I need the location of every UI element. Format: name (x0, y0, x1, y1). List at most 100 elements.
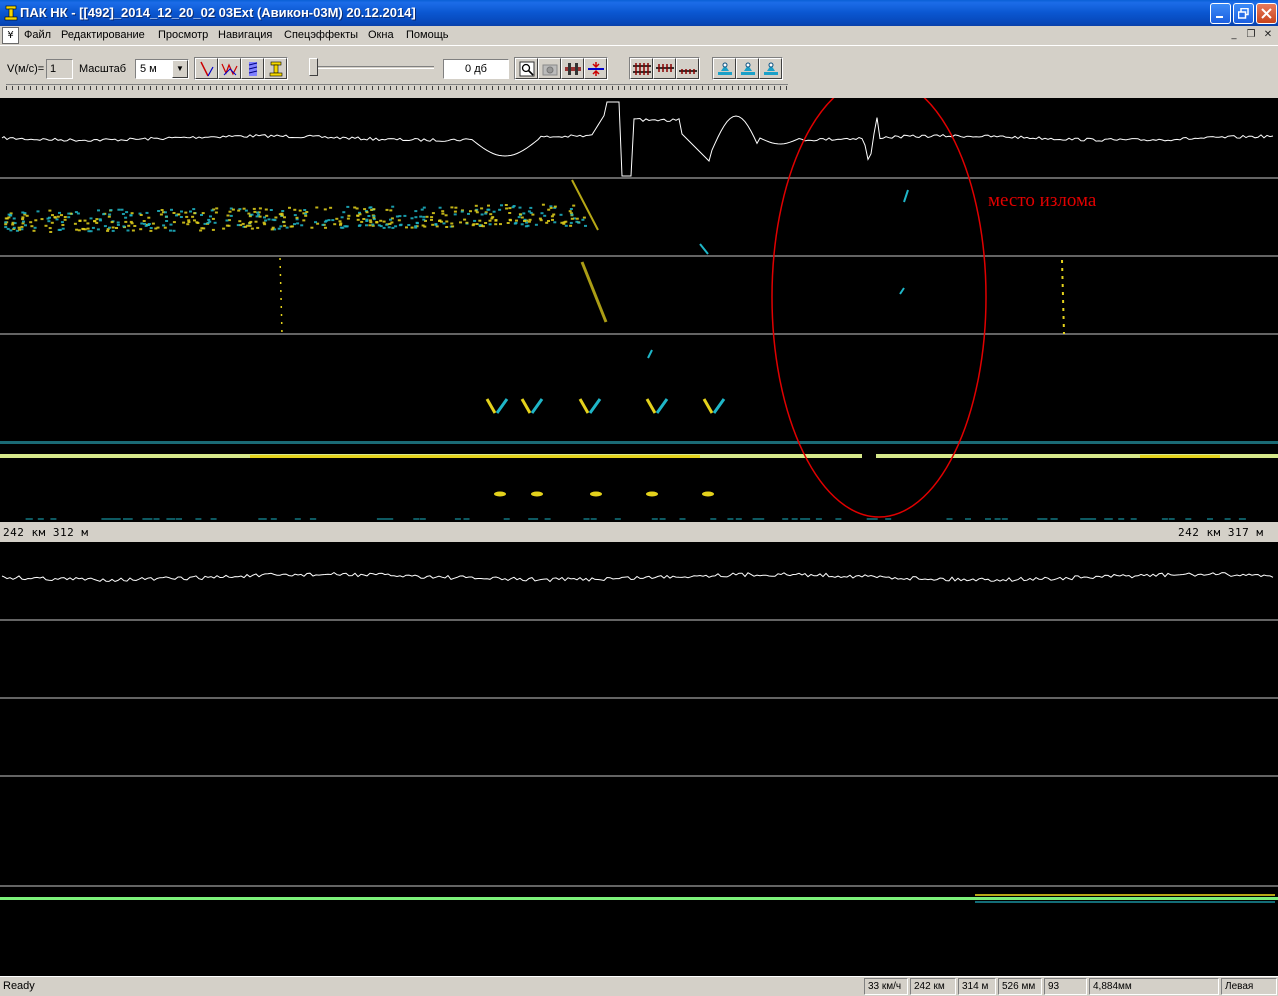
signal-dot (57, 228, 61, 231)
signal-dot (77, 229, 81, 232)
zoom-search-button[interactable] (515, 58, 538, 79)
signal-dot (340, 216, 344, 219)
signal-dot (73, 222, 77, 225)
menu-navigation[interactable]: Навигация (218, 29, 272, 41)
mdi-minimize-button[interactable]: _ (1226, 28, 1242, 42)
wave-view-button[interactable] (218, 58, 241, 79)
gain-field[interactable]: 0 дб (443, 59, 509, 79)
noise-dot (114, 518, 121, 520)
signal-dot (524, 225, 528, 228)
signal-dot (388, 222, 392, 225)
position-ruler[interactable] (6, 84, 788, 92)
signal-dot (335, 217, 339, 220)
restore-button[interactable] (1233, 3, 1254, 24)
bottom-echo-gap (862, 452, 876, 460)
signal-dot (517, 216, 521, 219)
signal-dot (238, 220, 242, 223)
chevron-down-icon[interactable]: ▼ (172, 60, 188, 78)
signal-dot (453, 213, 457, 216)
signal-dot (288, 206, 291, 209)
rail-profile-button[interactable] (264, 58, 287, 79)
menu-edit[interactable]: Редактирование (61, 29, 145, 41)
signal-dot (63, 218, 67, 221)
camera-button[interactable] (538, 58, 561, 79)
signal-dot (60, 221, 64, 224)
hatch-view-button[interactable] (241, 58, 264, 79)
signal-dot (520, 223, 524, 226)
noise-dot (835, 518, 842, 520)
signal-dot (397, 219, 401, 222)
mdi-close-button[interactable]: ✕ (1260, 28, 1276, 42)
signal-dot (569, 224, 573, 227)
signal-dot (339, 226, 343, 229)
menu-help[interactable]: Помощь (406, 29, 449, 41)
signal-dot (95, 221, 99, 224)
fracture-annotation: место излома (988, 190, 1097, 211)
noise-dot (758, 518, 765, 520)
signal-dot (478, 224, 482, 227)
signal-dot (481, 225, 485, 228)
upper-scan-panel[interactable] (0, 98, 1278, 522)
noise-dot (1050, 518, 1057, 520)
probe-left-button[interactable] (713, 58, 736, 79)
signal-dot (149, 227, 153, 229)
signal-dot (489, 213, 493, 216)
track-short-icon (678, 68, 697, 74)
signal-dot (562, 222, 566, 225)
signal-dot (365, 218, 369, 221)
title-bar[interactable]: ПАК НК - [[492]_2014_12_20_02 03Ext (Ави… (0, 0, 1278, 26)
signal-dot (185, 215, 189, 218)
probe-center-button[interactable] (736, 58, 759, 79)
signal-dot (531, 213, 535, 216)
signal-dot (25, 214, 29, 217)
track-short-button[interactable] (676, 58, 699, 79)
signal-dot (543, 214, 547, 217)
signal-dot (172, 221, 176, 224)
signal-dot (382, 220, 386, 223)
menu-effects[interactable]: Спецэффекты (284, 29, 358, 41)
gain-slider-thumb[interactable] (309, 58, 318, 76)
rail-view-button[interactable] (195, 58, 218, 79)
split-arrows-button[interactable] (584, 58, 607, 79)
lower-scan-panel[interactable] (0, 542, 1278, 976)
sleeper-button[interactable] (561, 58, 584, 79)
signal-dot (32, 229, 36, 232)
signal-dot (129, 220, 133, 223)
menu-file[interactable]: Файл (24, 29, 51, 41)
document-icon[interactable]: ¥ (2, 27, 19, 44)
signal-dot (258, 207, 262, 210)
signal-dot (441, 212, 445, 215)
signal-dot (564, 224, 568, 227)
noise-dot (1224, 518, 1231, 520)
menu-view[interactable]: Просмотр (158, 29, 208, 41)
signal-dot (191, 215, 195, 218)
signal-dot (63, 216, 67, 218)
signal-dot (492, 210, 496, 213)
gain-slider-track[interactable] (312, 66, 434, 69)
signal-dot (377, 224, 381, 227)
menu-windows[interactable]: Окна (368, 29, 394, 41)
scale-select[interactable]: 5 м ▼ (135, 59, 189, 79)
status-depth: 4,884мм (1089, 978, 1219, 995)
minimize-button[interactable] (1210, 3, 1231, 24)
noise-dot (310, 518, 317, 520)
noise-dot (614, 518, 621, 520)
signal-dot (375, 221, 379, 224)
signal-dot (61, 224, 65, 226)
signal-dot (4, 226, 8, 229)
signal-dot (159, 213, 163, 216)
track-half-button[interactable] (653, 58, 676, 79)
echo-streak (647, 349, 653, 359)
velocity-field[interactable]: 1 (46, 59, 73, 79)
signal-dot (156, 226, 160, 229)
mdi-restore-button[interactable]: ❐ (1243, 28, 1259, 42)
track-grid-button[interactable] (630, 58, 653, 79)
signal-dot (552, 213, 556, 216)
probe-right-button[interactable] (759, 58, 782, 79)
signal-dot (165, 215, 168, 218)
signal-dot (504, 204, 508, 206)
bottom-echo-band (0, 441, 1278, 444)
close-button[interactable] (1256, 3, 1277, 24)
signal-dot (391, 205, 395, 208)
toolbar: V(м/с)= 1 Масштаб 5 м ▼ 0 дб (0, 45, 1278, 96)
